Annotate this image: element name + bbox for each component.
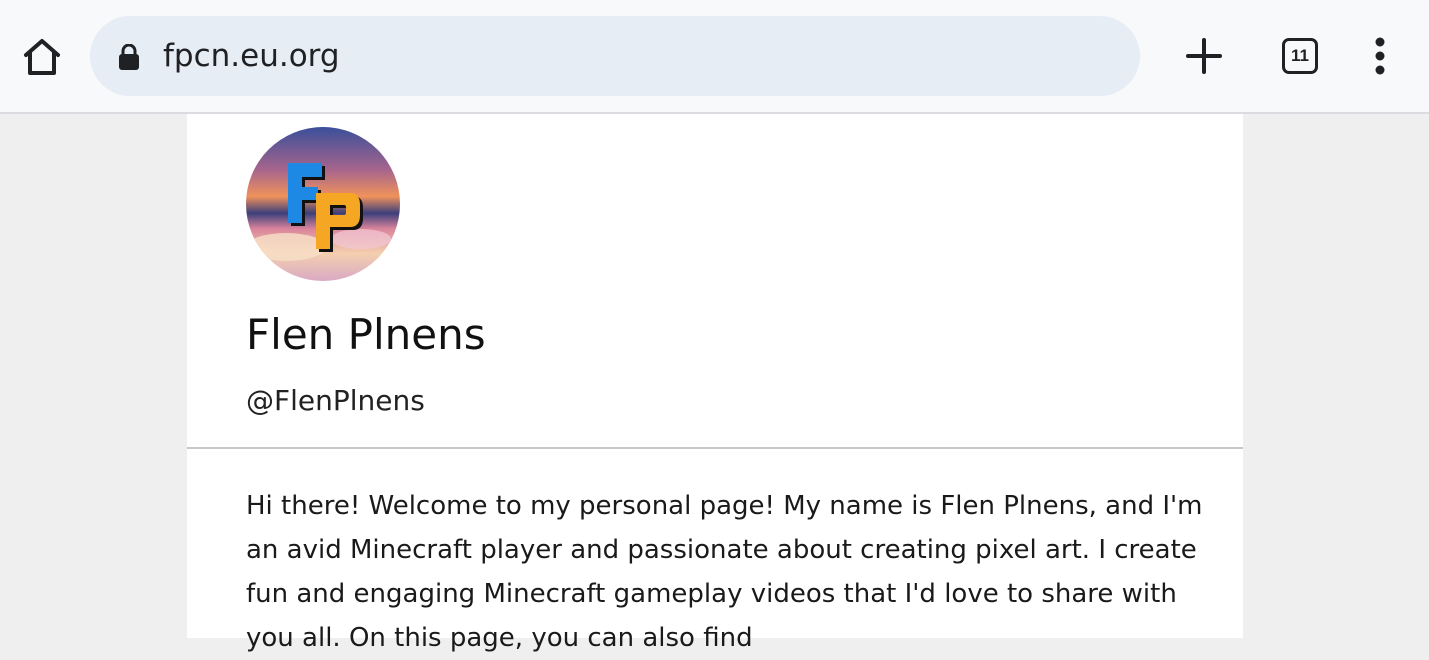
lock-icon[interactable] [118,43,140,70]
tab-count: 11 [1282,38,1318,74]
url-text[interactable]: fpcn.eu.org [163,36,340,76]
home-icon [24,39,60,75]
address-bar[interactable]: fpcn.eu.org [90,16,1140,96]
section-divider [187,447,1243,449]
profile-bio: Hi there! Welcome to my personal page! M… [246,491,1203,653]
plus-icon [1186,38,1222,74]
profile-name: Flen Plnens [246,310,486,359]
profile-logo-image [246,127,400,281]
profile-handle: @FlenPlnens [246,384,425,417]
tab-switcher-button[interactable]: 11 [1276,32,1324,80]
browser-toolbar: fpcn.eu.org 11 [0,0,1429,114]
home-button[interactable] [18,33,66,81]
avatar[interactable] [246,127,400,281]
new-tab-button[interactable] [1180,32,1228,80]
more-menu-button[interactable] [1356,32,1404,80]
profile-card: Flen Plnens @FlenPlnens Hi there! Welcom… [187,114,1243,653]
more-vert-icon [1375,37,1385,75]
